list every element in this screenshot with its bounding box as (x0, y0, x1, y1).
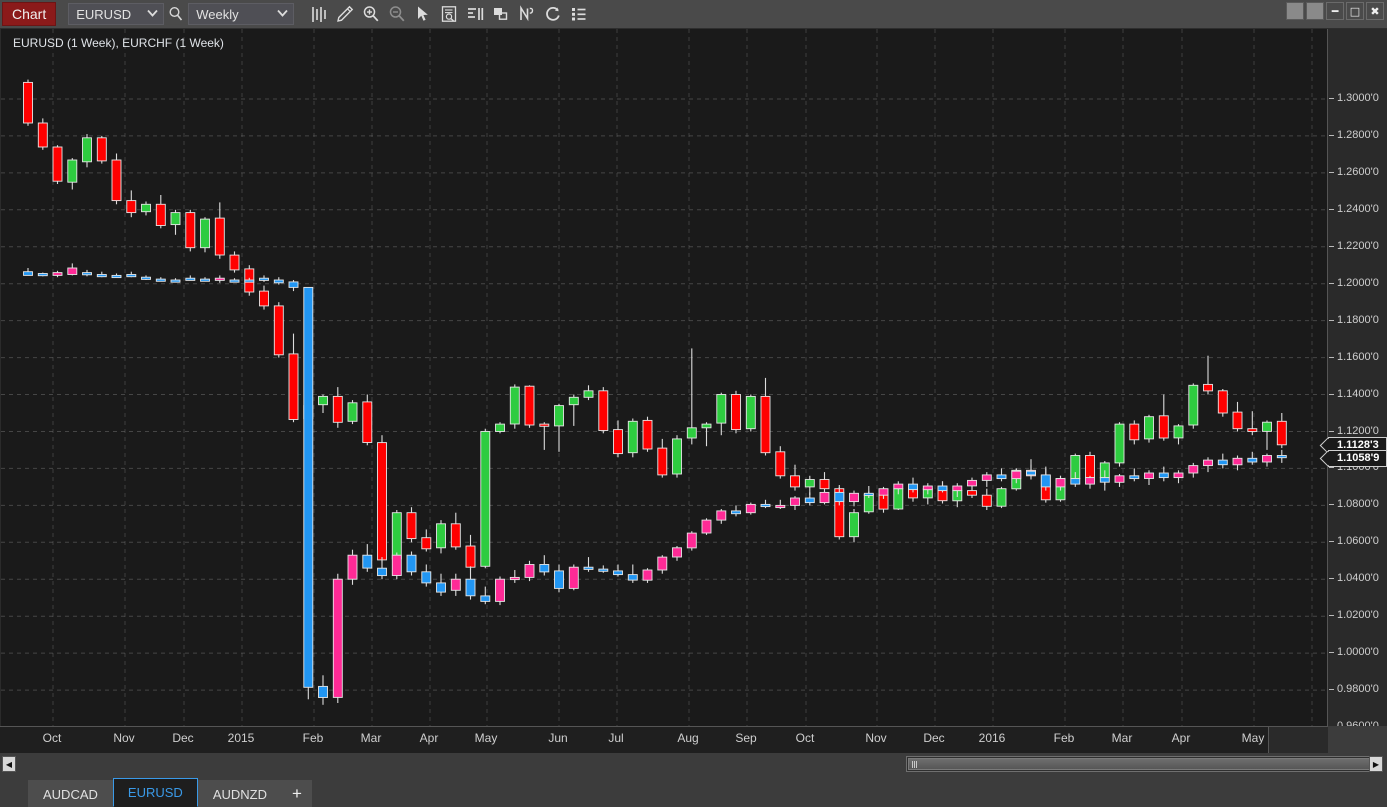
price-axis-tick: 1.2000'0 (1328, 277, 1387, 291)
instrument-selector-value: EURUSD (76, 7, 142, 22)
time-axis-tick: Aug (677, 731, 698, 745)
price-axis-tick: 1.0600'0 (1328, 535, 1387, 549)
time-axis-tick: Jul (608, 731, 623, 745)
price-axis-tick: 1.1400'0 (1328, 388, 1387, 402)
scroll-right-button[interactable]: ▶ (1369, 756, 1383, 772)
time-axis[interactable]: Oct Nov Dec 2015 Feb Mar Apr May Jun Jul Aug Sep Oct… (0, 726, 1328, 753)
price-axis-tick: 0.9800'0 (1328, 683, 1387, 697)
price-axis[interactable]: 1.3000'0 1.2800'0 1.2600'0 1.2400'0 1.2200'0… (1327, 29, 1387, 726)
zoom-out-icon[interactable] (384, 1, 410, 27)
time-axis-tick: Nov (113, 731, 134, 745)
instrument-selector[interactable]: EURUSD (68, 3, 164, 25)
price-axis-tick: 1.2400'0 (1328, 203, 1387, 217)
time-axis-tick: Jun (548, 731, 567, 745)
price-axis-tick: 0.9600'0 (1328, 720, 1387, 726)
workspace-tab-audcad[interactable]: AUDCAD (28, 780, 113, 807)
minimize-button[interactable]: ━ (1326, 2, 1344, 20)
time-axis-tick: Mar (1112, 731, 1133, 745)
price-axis-tick: 1.2600'0 (1328, 166, 1387, 180)
time-axis-tick: Mar (361, 731, 382, 745)
new-instrument-icon[interactable] (514, 1, 540, 27)
time-axis-tick: May (475, 731, 498, 745)
price-axis-tick: 1.0400'0 (1328, 572, 1387, 586)
scrollbar-thumb[interactable] (908, 758, 1381, 770)
price-axis-tick: 1.2200'0 (1328, 240, 1387, 254)
time-axis-tick: Apr (420, 731, 439, 745)
price-axis-tick: 1.1600'0 (1328, 351, 1387, 365)
workspace-tab-eurusd[interactable]: EURUSD (113, 778, 198, 807)
time-axis-tick: Nov (865, 731, 886, 745)
time-axis-tick: Feb (1054, 731, 1075, 745)
chart-title: EURUSD (1 Week), EURCHF (1 Week) (13, 36, 224, 50)
time-axis-tick: Apr (1172, 731, 1191, 745)
reload-icon[interactable] (540, 1, 566, 27)
price-axis-tick: 1.0800'0 (1328, 498, 1387, 512)
data-box-icon[interactable] (436, 1, 462, 27)
interval-selector[interactable]: Weekly (188, 3, 294, 25)
properties-list-icon[interactable] (566, 1, 592, 27)
maximize-button[interactable]: □ (1346, 2, 1364, 20)
cursor-pointer-icon[interactable] (410, 1, 436, 27)
time-axis-tick: Oct (43, 731, 62, 745)
search-icon[interactable] (164, 1, 188, 27)
time-axis-tick: 2015 (228, 731, 255, 745)
chart-plot[interactable]: EURUSD (1 Week), EURCHF (1 Week) © 2016 … (1, 29, 1329, 726)
time-axis-tick: Oct (796, 731, 815, 745)
candlestick-series (1, 29, 1329, 726)
chart-type-icon[interactable] (306, 1, 332, 27)
chevron-down-icon (142, 9, 159, 20)
close-button[interactable]: ✖ (1366, 2, 1384, 20)
indicators-icon[interactable] (462, 1, 488, 27)
add-tab-button[interactable]: + (282, 780, 312, 807)
strategies-icon[interactable] (488, 1, 514, 27)
time-axis-tick: Dec (172, 731, 193, 745)
chart-menu-button[interactable]: Chart (2, 2, 56, 26)
price-axis-tick: 1.1800'0 (1328, 314, 1387, 328)
draw-tools-icon[interactable] (332, 1, 358, 27)
time-axis-tick: Feb (303, 731, 324, 745)
axis-corner (1268, 727, 1328, 753)
time-axis-tick: Dec (923, 731, 944, 745)
time-axis-tick: Sep (735, 731, 756, 745)
workspace-tab-audnzd[interactable]: AUDNZD (198, 780, 282, 807)
interval-selector-value: Weekly (196, 7, 272, 22)
price-axis-tick: 1.3000'0 (1328, 92, 1387, 106)
restore-down-button[interactable] (1286, 2, 1304, 20)
price-axis-tick: 1.2800'0 (1328, 129, 1387, 143)
workspace-tabbar: AUDCADEURUSDAUDNZD+ (0, 775, 1387, 807)
window-controls: ━ □ ✖ (1286, 2, 1384, 20)
scroll-left-button[interactable]: ◀ (2, 756, 16, 772)
price-axis-tick: 1.0000'0 (1328, 646, 1387, 660)
horizontal-scrollbar[interactable] (906, 756, 1383, 772)
chart-canvas-area[interactable]: EURUSD (1 Week), EURCHF (1 Week) © 2016 … (0, 29, 1387, 726)
ninjatrader-chart-window: Chart EURUSD Weekly (0, 0, 1387, 807)
chart-scroll-row: ◀ ▶ (0, 753, 1387, 775)
time-axis-tick: 2016 (979, 731, 1006, 745)
chart-toolbar: Chart EURUSD Weekly (0, 0, 1387, 29)
restore-button[interactable] (1306, 2, 1324, 20)
zoom-in-icon[interactable] (358, 1, 384, 27)
chevron-down-icon (272, 9, 289, 20)
time-axis-tick: May (1242, 731, 1265, 745)
price-axis-tick: 1.0200'0 (1328, 609, 1387, 623)
price-marker-eurchf: 1.1058'9 (1328, 450, 1387, 467)
